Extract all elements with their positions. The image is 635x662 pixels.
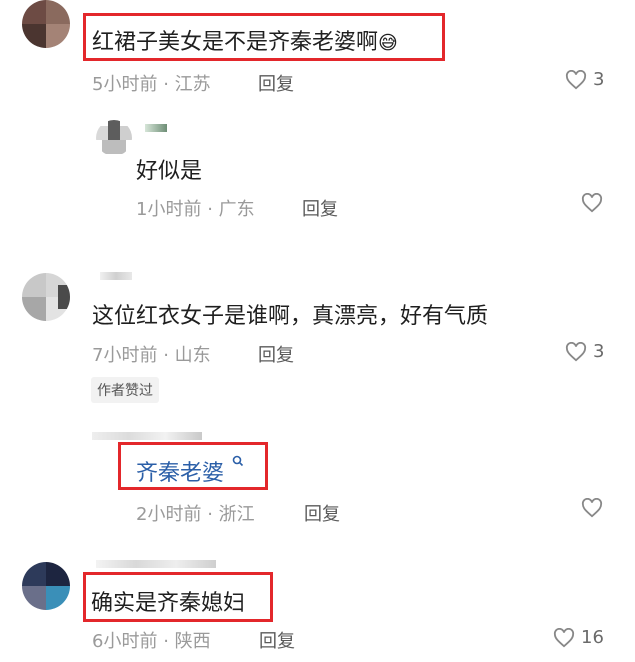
reply-meta: 2小时前 · 浙江 — [136, 504, 255, 525]
reply-button[interactable]: 回复 — [304, 500, 340, 526]
search-icon — [232, 455, 244, 467]
like-count: 3 — [593, 69, 605, 90]
heart-icon — [565, 341, 587, 361]
comment-text: 红裙子美女是不是齐秦老婆啊😅 — [92, 30, 398, 55]
author-name-pixelated — [100, 272, 132, 280]
reply-meta: 1小时前 · 广东 — [136, 199, 255, 220]
avatar[interactable] — [22, 0, 70, 48]
like-button[interactable]: 3 — [565, 69, 604, 90]
author-name-pixelated — [96, 560, 216, 568]
author-liked-badge: 作者赞过 — [91, 377, 159, 403]
author-name-pixelated — [145, 124, 167, 132]
reply-button[interactable]: 回复 — [258, 70, 294, 96]
like-count: 16 — [581, 627, 604, 648]
like-button[interactable]: 3 — [565, 341, 604, 362]
avatar[interactable] — [22, 273, 70, 321]
comment-meta: 5小时前 · 江苏 — [92, 74, 211, 95]
avatar[interactable] — [96, 120, 132, 156]
like-button[interactable]: 16 — [553, 627, 604, 648]
like-button[interactable] — [581, 193, 603, 213]
author-name-pixelated — [92, 432, 202, 440]
comment-text: 确实是齐秦媳妇 — [91, 591, 246, 616]
heart-icon — [581, 193, 603, 213]
comment-meta: 7小时前 · 山东 — [92, 345, 211, 366]
comment-meta: 6小时前 · 陕西 — [92, 631, 211, 652]
reply-button[interactable]: 回复 — [258, 341, 294, 367]
avatar[interactable] — [22, 562, 70, 610]
reply-button[interactable]: 回复 — [259, 627, 295, 653]
laughing-emoji-icon: 😅 — [378, 32, 398, 54]
reply-text-link[interactable]: 齐秦老婆 — [136, 455, 244, 487]
comment-text: 这位红衣女子是谁啊，真漂亮，好有气质 — [92, 304, 489, 329]
like-button[interactable] — [581, 498, 603, 518]
like-count: 3 — [593, 341, 605, 362]
heart-icon — [553, 627, 575, 647]
reply-text: 好似是 — [136, 159, 203, 184]
heart-icon — [581, 498, 603, 518]
heart-icon — [565, 69, 587, 89]
reply-button[interactable]: 回复 — [302, 195, 338, 221]
